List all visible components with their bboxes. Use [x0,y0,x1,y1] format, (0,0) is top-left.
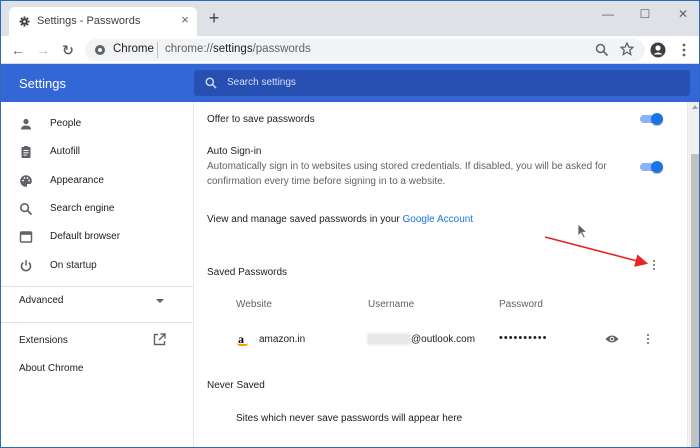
search-icon [205,77,217,89]
new-tab-button[interactable]: + [206,9,222,27]
back-button[interactable]: ← [9,41,27,59]
tab-title: Settings - Passwords [37,15,141,27]
toggle-knob [651,113,663,125]
settings-header: Settings Search settings [1,64,699,102]
password-row-menu-icon[interactable] [644,333,652,345]
scroll-up-arrow-icon[interactable] [692,105,698,109]
close-tab-icon[interactable]: × [179,13,191,26]
close-window-button[interactable]: ✕ [673,7,693,21]
amazon-smile-icon [237,343,248,346]
blurred-username [367,333,411,345]
sidebar-divider [1,286,193,287]
gear-icon [19,16,30,27]
password-row-username: @outlook.com [411,334,476,345]
auto-signin-toggle[interactable] [640,161,663,173]
reload-button[interactable]: ↻ [59,41,77,59]
omnibox-url[interactable]: chrome://settings/passwords [165,43,311,55]
show-password-eye-icon[interactable] [605,334,619,344]
profile-avatar-icon[interactable] [649,41,667,59]
page-title: Settings [19,76,66,91]
omnibox-site-name: Chrome [113,43,154,55]
chevron-down-icon[interactable] [156,299,164,303]
google-account-link[interactable]: Google Account [402,214,473,225]
sidebar-item-autofill[interactable]: Autofill [1,139,193,165]
scrollbar-thumb[interactable] [691,154,699,447]
omnibox[interactable]: Chrome chrome://settings/passwords [85,39,645,61]
offer-to-save-toggle[interactable] [640,113,663,125]
omnibox-separator [157,42,158,58]
column-header-website: Website [236,299,272,310]
sidebar-item-label: Search engine [50,203,115,214]
password-row-password: •••••••••• [499,332,548,344]
sidebar-item-extensions[interactable]: Extensions [19,335,68,346]
minimize-button[interactable]: — [598,7,618,21]
content-scrollbar[interactable] [689,102,699,447]
sidebar-item-people[interactable]: People [1,111,193,137]
maximize-button[interactable]: ☐ [635,7,655,21]
sidebar-item-about-chrome[interactable]: About Chrome [19,363,83,374]
sidebar-divider [1,322,193,323]
tab-settings-passwords[interactable]: Settings - Passwords × [9,7,197,36]
browser-window: Settings - Passwords × + — ☐ ✕ ← → ↻ Chr… [0,0,700,448]
chrome-site-icon [95,45,105,55]
sidebar-item-search-engine[interactable]: Search engine [1,196,193,222]
sidebar-item-label: Default browser [50,231,121,242]
never-saved-empty-text: Sites which never save passwords will ap… [236,413,463,424]
manage-passwords-text: View and manage saved passwords in your … [207,214,474,225]
saved-passwords-title: Saved Passwords [207,267,288,278]
search-placeholder: Search settings [227,77,296,88]
search-icon [19,202,33,216]
forward-button[interactable]: → [34,41,52,59]
open-in-new-icon[interactable] [153,333,166,346]
settings-sidebar: People Autofill Appearance Search engine [1,102,193,447]
never-saved-title: Never Saved [207,380,265,391]
auto-signin-label: Auto Sign-in [207,146,262,157]
power-icon [20,260,32,272]
annotation-arrow-icon [544,236,649,267]
tab-strip: Settings - Passwords × + — ☐ ✕ [1,1,699,36]
bookmark-star-icon[interactable] [620,42,634,56]
sidebar-item-label: Autofill [50,146,81,157]
clipboard-icon [21,146,31,158]
sidebar-item-appearance[interactable]: Appearance [1,168,193,194]
toggle-knob [651,161,663,173]
sidebar-advanced-toggle[interactable]: Advanced [19,295,63,306]
mouse-cursor-icon [577,223,589,239]
chrome-menu-icon[interactable] [675,41,693,59]
sidebar-item-label: Appearance [50,175,104,186]
browser-toolbar: ← → ↻ Chrome chrome://settings/passwords [1,36,699,64]
auto-signin-description: Automatically sign in to websites using … [207,161,607,187]
password-row-website[interactable]: amazon.in [259,334,305,345]
sidebar-item-on-startup[interactable]: On startup [1,253,193,279]
sidebar-item-default-browser[interactable]: Default browser [1,224,193,250]
palette-icon [20,175,32,187]
column-header-username: Username [368,299,415,310]
sidebar-item-label: People [50,118,82,129]
person-icon [21,118,31,130]
column-header-password: Password [499,299,543,310]
browser-icon [19,231,33,243]
search-settings-input[interactable]: Search settings [194,70,690,96]
zoom-icon[interactable] [595,43,609,57]
offer-to-save-label: Offer to save passwords [207,114,315,125]
sidebar-item-label: On startup [50,260,97,271]
